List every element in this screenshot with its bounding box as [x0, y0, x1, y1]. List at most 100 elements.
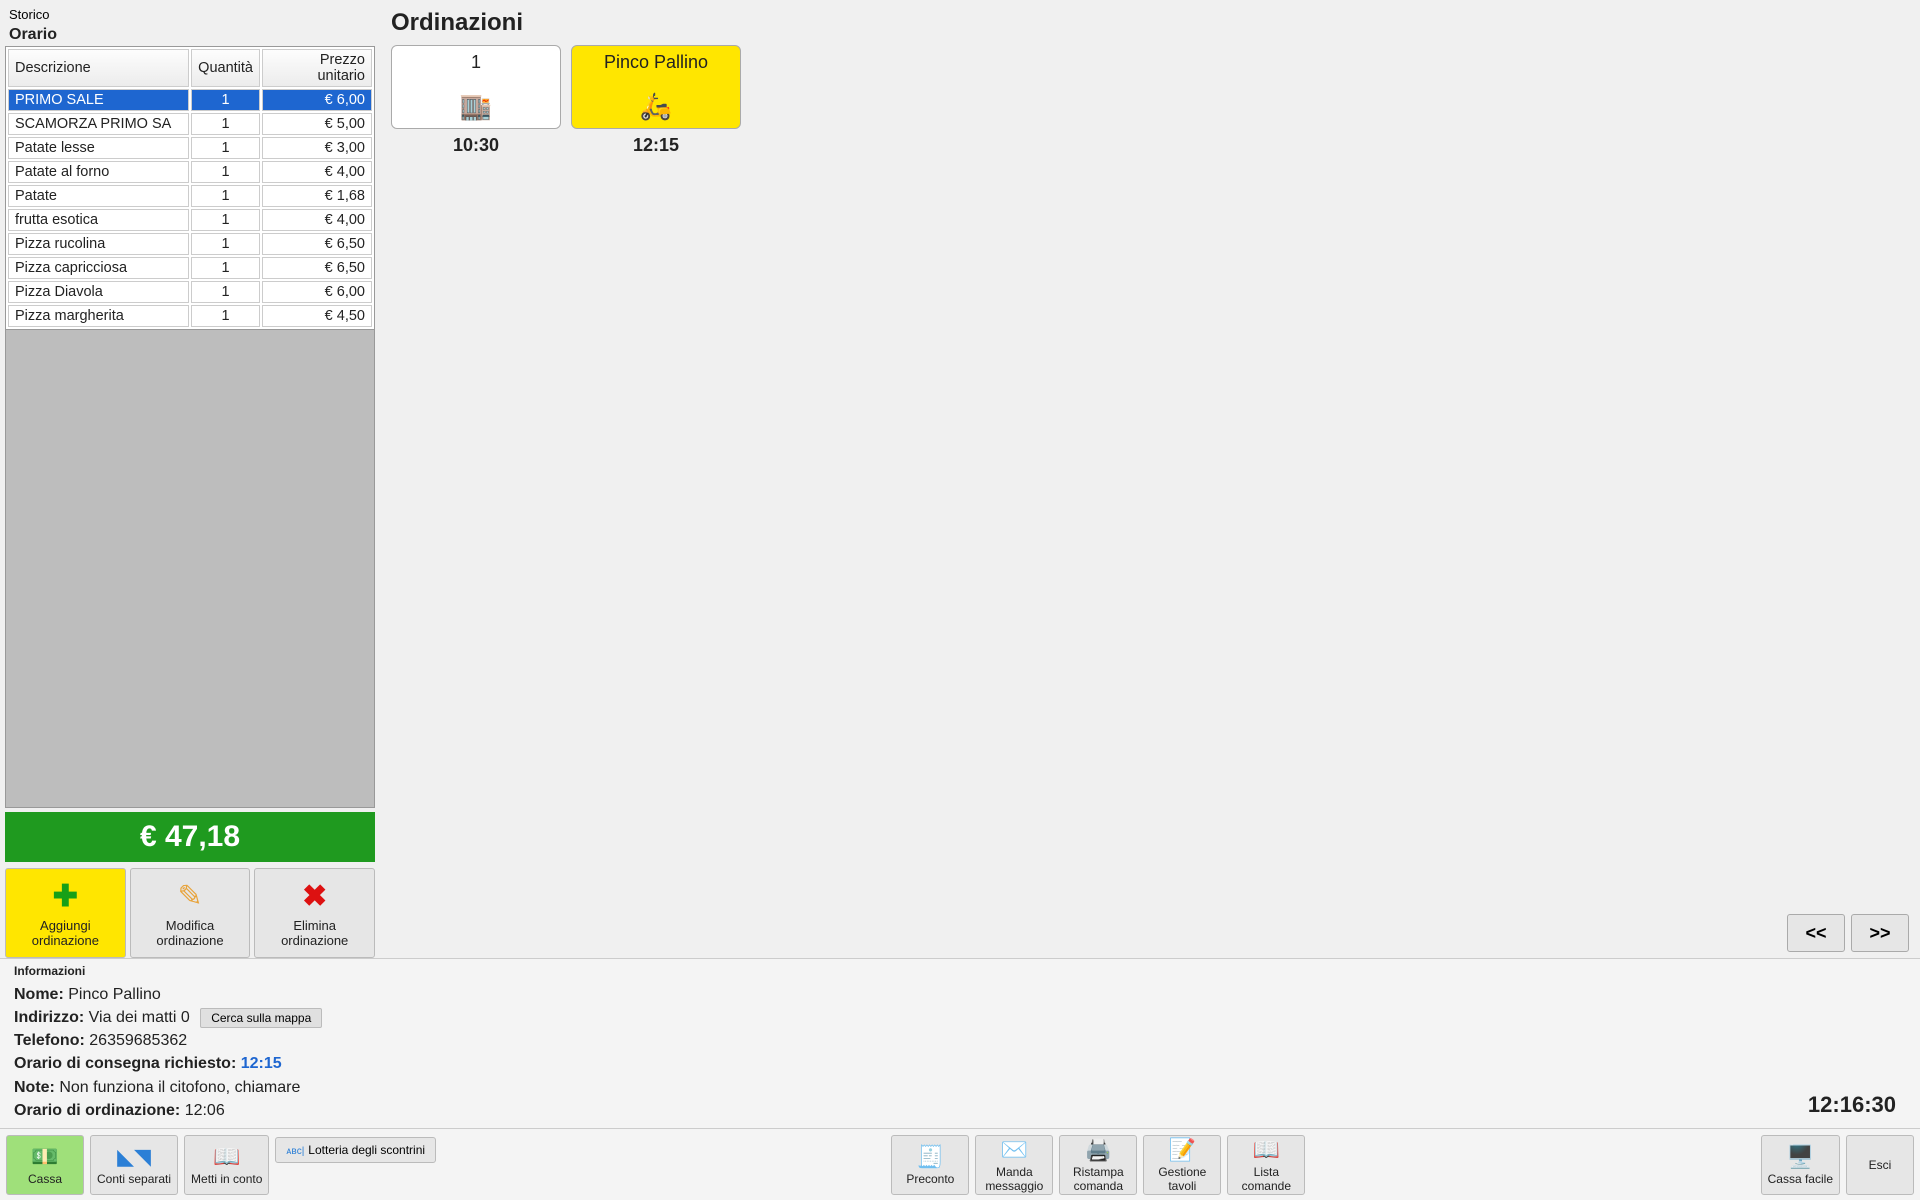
- barcode-icon: ᴀʙᴄ|: [286, 1146, 304, 1157]
- order-card[interactable]: Pinco Pallino🛵: [571, 45, 741, 129]
- table-row[interactable]: Pizza capricciosa1€ 6,50: [8, 257, 372, 279]
- cell-qty: 1: [191, 233, 260, 255]
- add-order-button[interactable]: ✚ Aggiungi ordinazione: [5, 868, 126, 958]
- cell-qty: 1: [191, 185, 260, 207]
- modify-order-label2: ordinazione: [156, 933, 223, 948]
- preconto-button[interactable]: 🧾 Preconto: [891, 1135, 969, 1195]
- next-page-button[interactable]: >>: [1851, 914, 1909, 952]
- cell-qty: 1: [191, 209, 260, 231]
- ristampa-comanda-button[interactable]: 🖨️ Ristampa comanda: [1059, 1135, 1137, 1195]
- cell-desc: PRIMO SALE: [8, 89, 189, 111]
- delete-order-button[interactable]: ✖ Elimina ordinazione: [254, 868, 375, 958]
- split-icon: ◣◥: [117, 1144, 151, 1170]
- lottery-button[interactable]: ᴀʙᴄ| Lotteria degli scontrini: [275, 1137, 436, 1163]
- metti-in-conto-label: Metti in conto: [191, 1172, 262, 1186]
- table-row[interactable]: Pizza rucolina1€ 6,50: [8, 233, 372, 255]
- edit-note-icon: 📝: [1169, 1137, 1196, 1163]
- cell-qty: 1: [191, 281, 260, 303]
- cell-price: € 6,00: [262, 89, 372, 111]
- lista-label1: Lista: [1254, 1165, 1279, 1179]
- col-qty[interactable]: Quantità: [191, 49, 260, 87]
- cell-price: € 6,50: [262, 257, 372, 279]
- info-name-value: Pinco Pallino: [68, 986, 161, 1003]
- cell-price: € 6,00: [262, 281, 372, 303]
- info-header: Informazioni: [14, 963, 1808, 980]
- table-row[interactable]: Pizza Diavola1€ 6,00: [8, 281, 372, 303]
- info-ordertime-label: Orario di ordinazione:: [14, 1102, 180, 1119]
- table-row[interactable]: Pizza margherita1€ 4,50: [8, 305, 372, 327]
- info-phone-label: Telefono:: [14, 1032, 85, 1049]
- table-row[interactable]: PRIMO SALE1€ 6,00: [8, 89, 372, 111]
- x-icon: ✖: [302, 879, 327, 914]
- order-card[interactable]: 1🏬: [391, 45, 561, 129]
- receipt-icon: 🧾: [917, 1144, 944, 1170]
- order-card-time: 12:15: [633, 135, 679, 156]
- printer-icon: 🖨️: [1085, 1137, 1112, 1163]
- cassa-facile-label: Cassa facile: [1768, 1172, 1833, 1186]
- lista-label2: comande: [1242, 1179, 1291, 1193]
- info-name-label: Nome:: [14, 986, 64, 1003]
- table-row[interactable]: Patate al forno1€ 4,00: [8, 161, 372, 183]
- info-note-value: Non funziona il citofono, chiamare: [59, 1079, 300, 1096]
- plus-icon: ✚: [53, 879, 78, 914]
- table-row[interactable]: Patate1€ 1,68: [8, 185, 372, 207]
- gestione-label1: Gestione: [1158, 1165, 1206, 1179]
- metti-in-conto-button[interactable]: 📖 Metti in conto: [184, 1135, 269, 1195]
- conti-separati-button[interactable]: ◣◥ Conti separati: [90, 1135, 178, 1195]
- table-row[interactable]: Patate lesse1€ 3,00: [8, 137, 372, 159]
- cell-desc: Pizza Diavola: [8, 281, 189, 303]
- esci-button[interactable]: Esci: [1846, 1135, 1914, 1195]
- info-addr-label: Indirizzo:: [14, 1009, 84, 1026]
- cell-price: € 1,68: [262, 185, 372, 207]
- order-card-time: 10:30: [453, 135, 499, 156]
- info-phone-value: 26359685362: [89, 1032, 187, 1049]
- conti-separati-label: Conti separati: [97, 1172, 171, 1186]
- manda-messaggio-button[interactable]: ✉️ Manda messaggio: [975, 1135, 1053, 1195]
- lista-comande-button[interactable]: 📖 Lista comande: [1227, 1135, 1305, 1195]
- cassa-label: Cassa: [28, 1172, 62, 1186]
- cash-icon: 💵: [31, 1144, 58, 1170]
- orders-title: Ordinazioni: [391, 5, 1915, 45]
- esci-label: Esci: [1869, 1158, 1892, 1172]
- cassa-button[interactable]: 💵 Cassa: [6, 1135, 84, 1195]
- order-card-title: 1: [471, 52, 481, 73]
- cell-desc: frutta esotica: [8, 209, 189, 231]
- table-row[interactable]: frutta esotica1€ 4,00: [8, 209, 372, 231]
- search-map-button[interactable]: Cerca sulla mappa: [200, 1008, 322, 1028]
- cell-desc: Patate al forno: [8, 161, 189, 183]
- open-book-icon: 📖: [1253, 1137, 1280, 1163]
- cassa-facile-button[interactable]: 🖥️ Cassa facile: [1761, 1135, 1840, 1195]
- ristampa-label2: comanda: [1074, 1179, 1123, 1193]
- cell-price: € 4,00: [262, 209, 372, 231]
- prev-page-button[interactable]: <<: [1787, 914, 1845, 952]
- lottery-label: Lotteria degli scontrini: [308, 1143, 425, 1157]
- storico-link[interactable]: Storico: [5, 5, 375, 24]
- cell-price: € 3,00: [262, 137, 372, 159]
- scooter-icon: 🛵: [640, 91, 672, 122]
- cell-price: € 6,50: [262, 233, 372, 255]
- cell-desc: Patate lesse: [8, 137, 189, 159]
- delete-order-label2: ordinazione: [281, 933, 348, 948]
- clock: 12:16:30: [1808, 1092, 1906, 1122]
- cell-qty: 1: [191, 305, 260, 327]
- info-ordertime-value: 12:06: [185, 1102, 225, 1119]
- cell-price: € 4,00: [262, 161, 372, 183]
- cell-desc: SCAMORZA PRIMO SA: [8, 113, 189, 135]
- gestione-tavoli-button[interactable]: 📝 Gestione tavoli: [1143, 1135, 1221, 1195]
- col-desc[interactable]: Descrizione: [8, 49, 189, 87]
- cell-desc: Patate: [8, 185, 189, 207]
- footer-toolbar: 💵 Cassa ◣◥ Conti separati 📖 Metti in con…: [0, 1128, 1920, 1200]
- orario-heading: Orario: [5, 24, 375, 46]
- cell-desc: Pizza margherita: [8, 305, 189, 327]
- table-row[interactable]: SCAMORZA PRIMO SA1€ 5,00: [8, 113, 372, 135]
- cell-qty: 1: [191, 161, 260, 183]
- manda-msg-label2: messaggio: [985, 1179, 1043, 1193]
- col-price[interactable]: Prezzo unitario: [262, 49, 372, 87]
- cell-price: € 5,00: [262, 113, 372, 135]
- cell-desc: Pizza rucolina: [8, 233, 189, 255]
- cell-desc: Pizza capricciosa: [8, 257, 189, 279]
- modify-order-button[interactable]: ✎ Modifica ordinazione: [130, 868, 251, 958]
- gestione-label2: tavoli: [1168, 1179, 1196, 1193]
- total-bar: € 47,18: [5, 812, 375, 862]
- table-fill: [5, 330, 375, 808]
